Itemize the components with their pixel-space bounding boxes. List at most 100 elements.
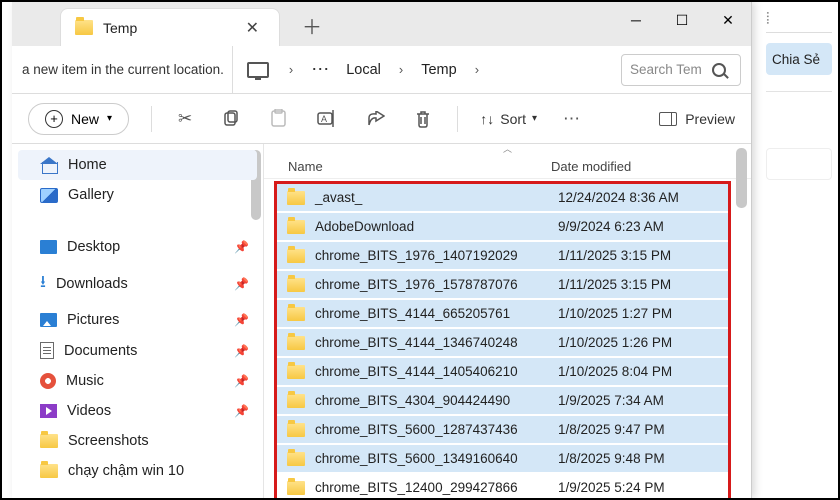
file-row[interactable]: chrome_BITS_4144_6652057611/10/2025 1:27…: [277, 300, 728, 329]
pin-icon: 📌: [234, 404, 249, 418]
sidebar-label: Downloads: [56, 276, 128, 292]
file-row[interactable]: chrome_BITS_4304_9044244901/9/2025 7:34 …: [277, 387, 728, 416]
minimize-button[interactable]: ─: [613, 2, 659, 38]
column-headers[interactable]: Name Date modified: [264, 155, 751, 179]
sidebar-label: Pictures: [67, 312, 119, 328]
file-row[interactable]: AdobeDownload9/9/2024 6:23 AM: [277, 213, 728, 242]
share-icon[interactable]: [363, 107, 389, 131]
music-icon: [40, 373, 56, 389]
sidebar-label: chạy chậm win 10: [68, 463, 184, 479]
sidebar-item-documents[interactable]: Documents📌: [12, 335, 263, 366]
downloads-icon: ⭳: [40, 269, 46, 298]
folder-icon: [287, 394, 305, 408]
copy-icon[interactable]: [218, 106, 244, 132]
preview-label: Preview: [685, 111, 735, 127]
preview-button[interactable]: Preview: [659, 111, 735, 127]
chevron-right-icon: ›: [469, 62, 485, 77]
file-date: 1/10/2025 8:04 PM: [558, 364, 718, 379]
rename-icon[interactable]: A: [313, 106, 341, 131]
file-name: chrome_BITS_1976_1407192029: [315, 248, 558, 263]
sidebar-item-videos[interactable]: Videos📌: [12, 396, 263, 426]
folder-icon: [40, 434, 58, 448]
file-date: 1/8/2025 9:47 PM: [558, 422, 718, 437]
maximize-button[interactable]: ☐: [659, 2, 705, 38]
file-row[interactable]: chrome_BITS_12400_2994278661/9/2025 5:24…: [277, 474, 728, 498]
folder-icon: [287, 336, 305, 350]
right-panel-label[interactable]: Chia Sẻ: [766, 43, 832, 75]
gallery-icon: [40, 188, 58, 203]
file-date: 1/10/2025 1:27 PM: [558, 306, 718, 321]
tab-temp[interactable]: Temp ✕: [60, 8, 280, 46]
new-tab-button[interactable]: ＋: [292, 5, 332, 46]
file-name: _avast_: [315, 190, 558, 205]
sidebar-item-music[interactable]: Music📌: [12, 366, 263, 396]
folder-icon: [287, 452, 305, 466]
cut-icon[interactable]: ✂: [174, 105, 196, 133]
sidebar-item-desktop[interactable]: Desktop📌: [12, 232, 263, 262]
file-row[interactable]: chrome_BITS_4144_13467402481/10/2025 1:2…: [277, 329, 728, 358]
chevron-right-icon[interactable]: ›: [283, 62, 299, 77]
file-row[interactable]: chrome_BITS_1976_15787870761/11/2025 3:1…: [277, 271, 728, 300]
file-name: AdobeDownload: [315, 219, 558, 234]
folder-icon: [287, 307, 305, 321]
delete-icon[interactable]: [411, 106, 435, 132]
folder-icon: [287, 191, 305, 205]
close-tab-icon[interactable]: ✕: [240, 16, 265, 40]
folder-icon: [75, 20, 93, 35]
file-list-pane: ︿ Name Date modified _avast_12/24/2024 8…: [264, 144, 751, 498]
more-icon[interactable]: ⋯: [559, 105, 584, 133]
sidebar-item-chaycham[interactable]: chạy chậm win 10: [12, 456, 263, 486]
file-date: 1/10/2025 1:26 PM: [558, 335, 718, 350]
sidebar-item-gallery[interactable]: Gallery: [12, 180, 263, 210]
file-date: 12/24/2024 8:36 AM: [558, 190, 718, 205]
folder-icon: [287, 365, 305, 379]
file-name: chrome_BITS_4144_1346740248: [315, 335, 558, 350]
tab-title: Temp: [103, 20, 230, 36]
sidebar-item-home[interactable]: Home: [18, 150, 257, 180]
monitor-icon[interactable]: [247, 62, 269, 78]
paste-icon[interactable]: [266, 105, 291, 132]
documents-icon: [40, 342, 54, 359]
address-bar: a new item in the current location. › ⋯ …: [12, 46, 751, 94]
folder-icon: [287, 278, 305, 292]
file-row[interactable]: chrome_BITS_4144_14054062101/10/2025 8:0…: [277, 358, 728, 387]
folder-icon: [287, 423, 305, 437]
tab-bar: Temp ✕ ＋ ─ ☐ ✕: [12, 2, 751, 46]
file-date: 1/11/2025 3:15 PM: [558, 248, 718, 263]
folder-icon: [287, 220, 305, 234]
col-date[interactable]: Date modified: [551, 159, 721, 174]
close-window-button[interactable]: ✕: [705, 2, 751, 38]
file-name: chrome_BITS_1976_1578787076: [315, 277, 558, 292]
breadcrumb-temp[interactable]: Temp: [417, 62, 460, 78]
new-button-label: New: [71, 111, 99, 127]
desktop-icon: [40, 240, 57, 254]
breadcrumb-local[interactable]: Local: [342, 62, 385, 78]
file-name: chrome_BITS_4304_904424490: [315, 393, 558, 408]
search-placeholder: Search Tem: [630, 62, 702, 77]
right-side-panel: ⦙ Chia Sẻ: [760, 2, 838, 498]
sort-label: Sort: [500, 111, 526, 127]
overflow-icon[interactable]: ⋯: [307, 59, 334, 80]
chevron-right-icon: ›: [393, 62, 409, 77]
pin-icon: 📌: [234, 344, 249, 358]
sidebar-item-pictures[interactable]: Pictures 📌: [12, 305, 263, 335]
file-row[interactable]: _avast_12/24/2024 8:36 AM: [277, 184, 728, 213]
file-row[interactable]: chrome_BITS_1976_14071920291/11/2025 3:1…: [277, 242, 728, 271]
folder-icon: [287, 249, 305, 263]
main-scrollbar[interactable]: [736, 148, 747, 208]
search-input[interactable]: Search Tem: [621, 54, 741, 86]
col-name[interactable]: Name: [288, 159, 551, 174]
sidebar-item-screenshots[interactable]: Screenshots: [12, 426, 263, 456]
file-row[interactable]: chrome_BITS_5600_12874374361/8/2025 9:47…: [277, 416, 728, 445]
chevron-down-icon: ▾: [532, 113, 537, 124]
folder-icon: [40, 464, 58, 478]
pin-icon: 📌: [234, 313, 249, 327]
pictures-icon: [40, 313, 57, 327]
sort-button[interactable]: ↑↓ Sort ▾: [480, 111, 537, 127]
pin-icon: 📌: [234, 374, 249, 388]
new-button[interactable]: + New ▾: [28, 103, 129, 135]
sidebar-item-downloads[interactable]: ⭳Downloads📌: [12, 262, 263, 305]
home-icon: [40, 157, 58, 173]
file-row[interactable]: chrome_BITS_5600_13491606401/8/2025 9:48…: [277, 445, 728, 474]
sidebar-label: Gallery: [68, 187, 114, 203]
